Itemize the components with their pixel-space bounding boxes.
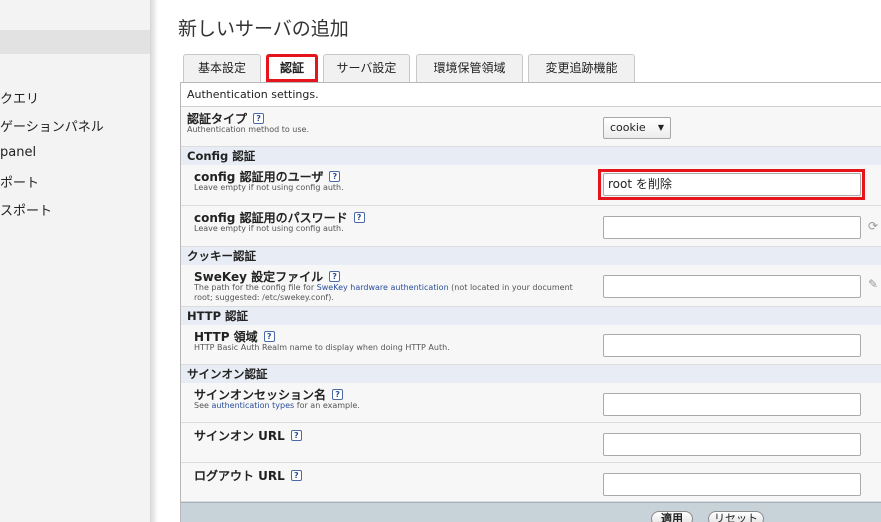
signon-session-help: See authentication types for an example. (194, 401, 360, 410)
signon-url-input[interactable] (603, 433, 861, 456)
sidebar-item-export[interactable]: スポート (0, 200, 52, 219)
swekey-row: SweKey 設定ファイル? The path for the config f… (181, 265, 881, 307)
sidebar-selected-band (0, 30, 150, 54)
help-icon[interactable]: ? (329, 271, 341, 282)
swekey-link[interactable]: SweKey hardware authentication (317, 283, 449, 292)
reset-button[interactable]: リセット (708, 511, 764, 522)
sidebar-item-import[interactable]: ポート (0, 172, 39, 191)
auth-settings-panel: Authentication settings. 認証タイプ? Authenti… (180, 82, 881, 522)
auth-type-select[interactable]: cookie ▼ (603, 117, 671, 139)
config-auth-group-header: Config 認証 (181, 147, 881, 165)
sidebar: クエリ ゲーションパネル panel ポート スポート (0, 0, 150, 522)
authentication-types-link[interactable]: authentication types (211, 401, 294, 410)
panel-description: Authentication settings. (181, 82, 881, 107)
sidebar-item-panel[interactable]: panel (0, 145, 36, 160)
tab-authentication[interactable]: 認証 (266, 54, 318, 82)
signon-session-row: サインオンセッション名? See authentication types fo… (181, 383, 881, 423)
signon-auth-group-header: サインオン認証 (181, 365, 881, 383)
chevron-down-icon: ▼ (657, 123, 664, 132)
help-icon[interactable]: ? (253, 113, 265, 124)
http-realm-help: HTTP Basic Auth Realm name to display wh… (194, 343, 450, 352)
http-realm-input[interactable] (603, 334, 861, 357)
config-password-help: Leave empty if not using config auth. (194, 224, 344, 233)
swekey-input[interactable] (603, 275, 861, 298)
highlight-box (598, 169, 865, 200)
help-icon[interactable]: ? (353, 212, 365, 223)
config-password-input[interactable] (603, 216, 861, 239)
config-user-help: Leave empty if not using config auth. (194, 183, 344, 192)
refresh-icon[interactable]: ⟳ (868, 219, 878, 233)
http-realm-row: HTTP 領域? HTTP Basic Auth Realm name to d… (181, 325, 881, 365)
http-auth-group-header: HTTP 認証 (181, 307, 881, 325)
auth-type-row: 認証タイプ? Authentication method to use. coo… (181, 107, 881, 147)
help-icon[interactable]: ? (329, 171, 341, 182)
config-password-row: config 認証用のパスワード? Leave empty if not usi… (181, 206, 881, 247)
auth-type-help: Authentication method to use. (187, 125, 309, 134)
logout-url-input[interactable] (603, 473, 861, 496)
help-icon[interactable]: ? (332, 389, 344, 400)
sidebar-item-query[interactable]: クエリ (0, 88, 39, 107)
signon-session-input[interactable] (603, 393, 861, 416)
tab-server-settings[interactable]: サーバ設定 (323, 54, 410, 82)
help-icon[interactable]: ? (290, 430, 302, 441)
swekey-help: The path for the config file for SweKey … (194, 283, 573, 292)
page-title: 新しいサーバの追加 (178, 18, 349, 40)
tab-basic-settings[interactable]: 基本設定 (183, 54, 261, 82)
tab-config-storage[interactable]: 環境保管領域 (416, 54, 523, 82)
apply-button[interactable]: 適用 (651, 511, 693, 522)
logout-url-row: ログアウト URL? (181, 463, 881, 502)
swekey-help-line2: root; suggested: /etc/swekey.conf). (194, 293, 334, 302)
cookie-auth-group-header: クッキー認証 (181, 247, 881, 265)
help-icon[interactable]: ? (263, 331, 275, 342)
signon-url-row: サインオン URL? (181, 423, 881, 463)
signon-url-label: サインオン URL? (194, 427, 302, 444)
help-icon[interactable]: ? (290, 470, 302, 481)
form-footer: 適用 リセット (181, 502, 881, 522)
sidebar-divider (150, 0, 158, 522)
sidebar-item-navigation-panel[interactable]: ゲーションパネル (0, 116, 104, 135)
edit-pencil-icon[interactable]: ✎ (868, 277, 878, 291)
config-user-row: config 認証用のユーザ? Leave empty if not using… (181, 165, 881, 206)
logout-url-label: ログアウト URL? (194, 467, 302, 484)
tab-change-tracking[interactable]: 変更追跡機能 (528, 54, 635, 82)
